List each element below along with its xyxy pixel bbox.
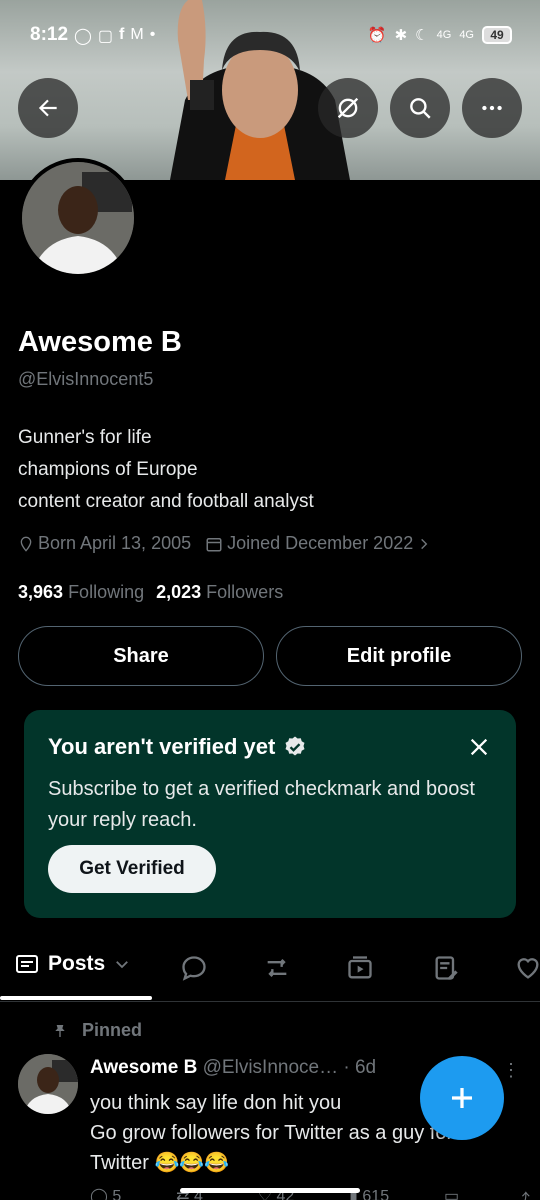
- plus-icon: [452, 1088, 472, 1108]
- active-tab-indicator: [0, 996, 152, 1000]
- avatar-image: [22, 162, 134, 274]
- alarm-icon: ⏰: [367, 27, 387, 44]
- posts-icon: [16, 955, 38, 973]
- verify-card: You aren't verified yet Subscribe to get…: [24, 710, 516, 918]
- tab-articles[interactable]: [432, 954, 460, 987]
- pin-icon: [55, 1024, 65, 1037]
- arrow-left-icon: [38, 99, 57, 117]
- verified-badge-icon: [285, 736, 305, 756]
- chat-bubble-icon: ◯: [74, 28, 92, 45]
- bookmark-icon[interactable]: ▭: [444, 1186, 459, 1200]
- more-horizontal-icon: [482, 105, 502, 111]
- tab-posts[interactable]: Posts: [14, 952, 131, 976]
- home-indicator[interactable]: [180, 1188, 360, 1193]
- bluetooth-icon: ✱: [394, 27, 408, 44]
- post-line: Twitter 😂😂😂: [90, 1152, 230, 1174]
- get-verified-button[interactable]: Get Verified: [48, 845, 216, 893]
- bio-line: Gunner's for life: [18, 427, 152, 448]
- post-author-name[interactable]: Awesome B: [90, 1057, 197, 1078]
- tab-posts-label: Posts: [48, 952, 106, 975]
- battery-icon: 49: [482, 26, 512, 44]
- reply-button[interactable]: ◯ 5: [90, 1186, 121, 1200]
- post-header: Awesome B @ElvisInnoce… · 6d: [90, 1057, 376, 1079]
- compose-post-button[interactable]: [420, 1056, 504, 1140]
- verify-title: You aren't verified yet: [48, 734, 276, 759]
- search-icon: [410, 98, 431, 119]
- post-author-avatar[interactable]: [18, 1054, 78, 1114]
- joined-date-link[interactable]: Joined December 2022: [205, 533, 431, 554]
- grok-icon: [337, 97, 359, 119]
- profile-meta: Born April 13, 2005 Joined December 2022: [18, 533, 431, 554]
- post-more-button[interactable]: ⋮: [502, 1060, 520, 1081]
- notification-dot-icon: •: [149, 26, 156, 43]
- pinned-indicator: Pinned: [52, 1020, 142, 1041]
- likes-icon: [517, 958, 539, 979]
- follow-stats: 3,963 Following 2,023 Followers: [18, 582, 283, 603]
- born-date: Born April 13, 2005: [38, 533, 192, 553]
- back-button[interactable]: [18, 78, 78, 138]
- retweet-icon: [267, 959, 287, 977]
- more-options-button[interactable]: [462, 78, 522, 138]
- pinned-label: Pinned: [82, 1020, 143, 1040]
- search-button[interactable]: [390, 78, 450, 138]
- edit-profile-button[interactable]: Edit profile: [276, 626, 522, 686]
- media-icon: [348, 956, 372, 979]
- location-pin-icon: [20, 536, 32, 552]
- profile-bio: Gunner's for life champions of Europe co…: [18, 422, 314, 518]
- avatar-image: [18, 1054, 78, 1114]
- gmail-icon: M: [130, 26, 144, 43]
- replies-icon: [182, 956, 206, 981]
- calendar-icon: [206, 537, 222, 551]
- bio-line: content creator and football analyst: [18, 491, 314, 512]
- status-time: 8:12: [30, 24, 69, 45]
- share-button[interactable]: Share: [18, 626, 264, 686]
- clipboard-icon: ▢: [97, 28, 114, 45]
- profile-name: Awesome B: [18, 326, 182, 358]
- moon-icon: ☾: [415, 27, 429, 44]
- close-icon: [470, 738, 488, 756]
- close-verify-button[interactable]: [468, 736, 490, 763]
- grok-button[interactable]: [318, 78, 378, 138]
- chevron-down-icon: [116, 961, 129, 969]
- facebook-icon: f: [119, 26, 125, 43]
- followers-link[interactable]: 2,023 Followers: [156, 582, 283, 603]
- status-bar: 8:12 ◯ ▢ f M • ⏰ ✱ ☾ 4G 4G 49: [0, 18, 540, 52]
- share-post-icon[interactable]: ⤴: [514, 1186, 530, 1200]
- post-time: · 6d: [343, 1057, 377, 1078]
- joined-date: Joined December 2022: [227, 533, 414, 553]
- following-link[interactable]: 3,963 Following: [18, 582, 144, 603]
- tab-reposts[interactable]: [262, 954, 292, 987]
- profile-handle: @ElvisInnocent5: [18, 369, 154, 389]
- chevron-right-icon: [421, 538, 428, 549]
- bio-line: champions of Europe: [18, 459, 198, 480]
- signal-icon-2: 4G: [459, 29, 474, 41]
- post-author-handle: @ElvisInnoce…: [202, 1057, 339, 1078]
- signal-icon-1: 4G: [436, 29, 452, 41]
- profile-tabs: Posts: [0, 940, 540, 1002]
- tab-likes[interactable]: [514, 954, 540, 987]
- verify-description: Subscribe to get a verified checkmark an…: [48, 778, 475, 831]
- tab-replies[interactable]: [180, 954, 208, 987]
- tab-media[interactable]: [346, 954, 374, 987]
- articles-icon: [435, 956, 458, 980]
- profile-avatar[interactable]: [18, 158, 138, 278]
